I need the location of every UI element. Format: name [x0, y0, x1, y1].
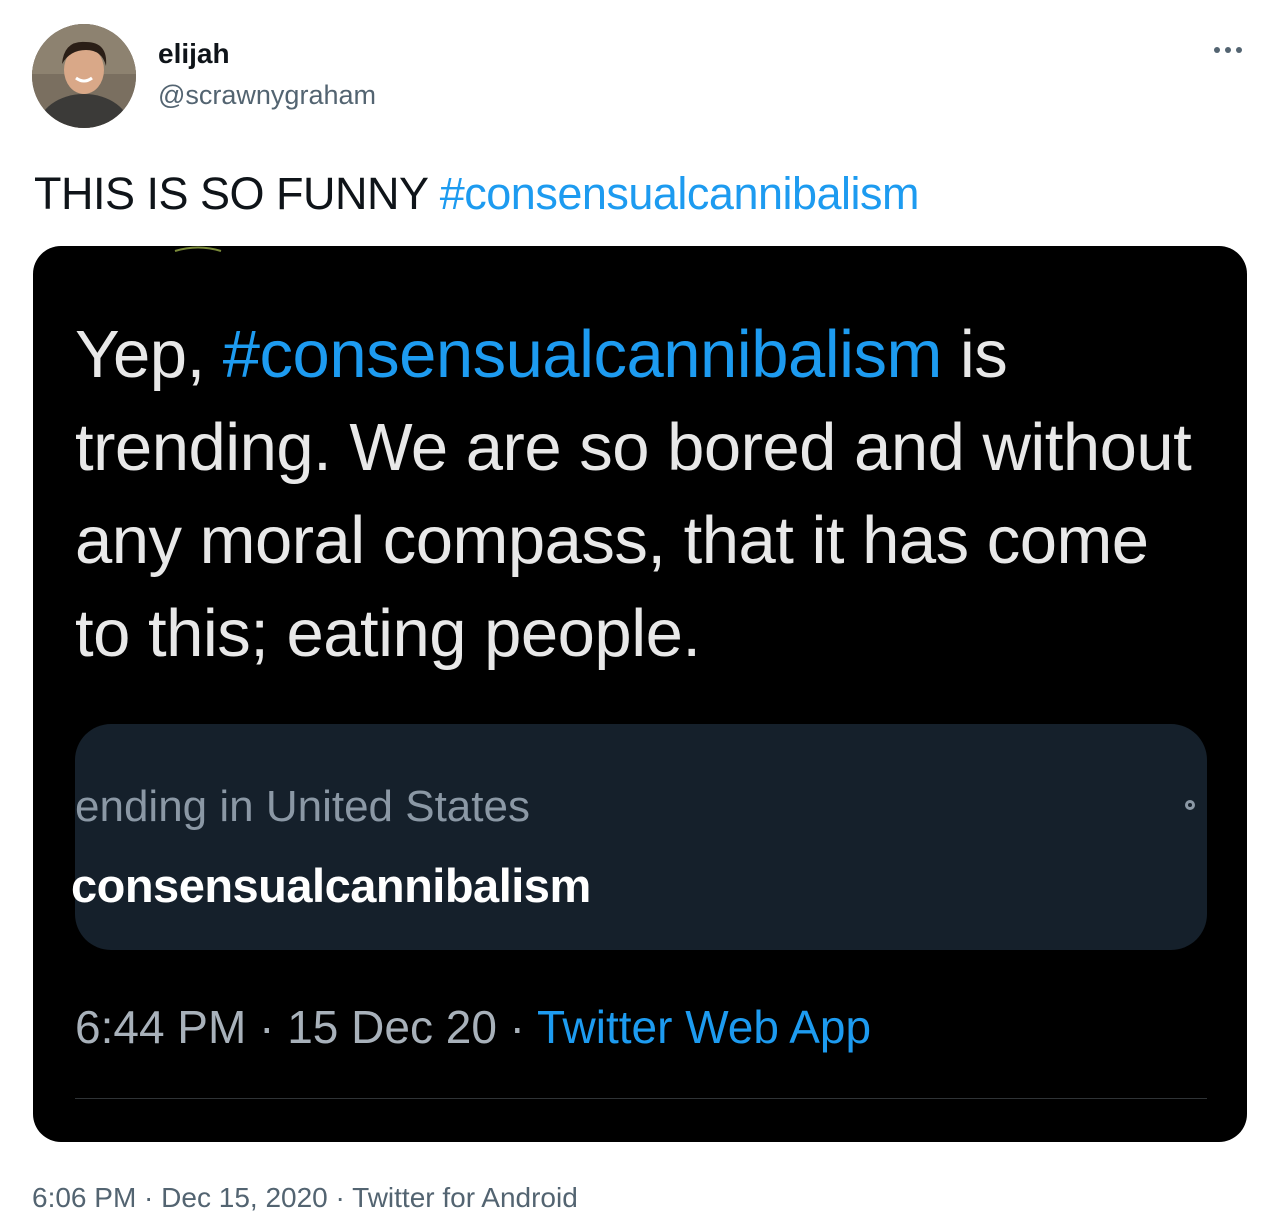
author-handle[interactable]: @scrawnygraham	[158, 80, 376, 111]
more-dots-icon	[1225, 47, 1231, 53]
embedded-time: 6:44 PM	[75, 1001, 247, 1053]
embedded-separator: ·	[496, 1001, 537, 1053]
embedded-tweet-meta: 6:44 PM · 15 Dec 20 · Twitter Web App	[75, 1000, 871, 1054]
trend-name: consensualcannibalism	[71, 859, 591, 912]
tweet-source-link[interactable]: Twitter for Android	[352, 1182, 578, 1213]
tweet-date-link[interactable]: Dec 15, 2020	[161, 1182, 328, 1213]
cropped-avatar-icon	[174, 246, 222, 252]
author-display-name[interactable]: elijah	[158, 38, 230, 70]
user-avatar-icon	[32, 24, 136, 128]
meta-separator: ·	[136, 1182, 162, 1213]
tweet-hashtag-link[interactable]: #consensualcannibalism	[440, 168, 920, 219]
trend-more-icon	[1185, 800, 1195, 810]
avatar[interactable]	[32, 24, 136, 128]
attached-image[interactable]: Yep, #consensualcannibalism is trending.…	[33, 246, 1247, 1142]
more-options-button[interactable]	[1206, 36, 1250, 64]
tweet-text: THIS IS SO FUNNY #consensualcannibalism	[34, 168, 920, 220]
tweet-text-body: THIS IS SO FUNNY	[34, 168, 440, 219]
more-dots-icon	[1214, 47, 1220, 53]
tweet-meta: 6:06 PM · Dec 15, 2020 · Twitter for And…	[32, 1182, 578, 1214]
trend-location: ending in United States	[75, 782, 530, 831]
more-dots-icon	[1236, 47, 1242, 53]
meta-separator: ·	[327, 1182, 353, 1213]
embedded-date: 15 Dec 20	[287, 1001, 497, 1053]
embedded-text-prefix: Yep,	[75, 317, 223, 392]
embedded-tweet-text: Yep, #consensualcannibalism is trending.…	[75, 308, 1215, 680]
tweet-time-link[interactable]: 6:06 PM	[32, 1182, 136, 1213]
embedded-hashtag: #consensualcannibalism	[222, 317, 943, 392]
embedded-divider	[75, 1098, 1207, 1099]
embedded-separator: ·	[246, 1001, 288, 1053]
tweet: elijah @scrawnygraham THIS IS SO FUNNY #…	[0, 0, 1280, 1232]
embedded-source: Twitter Web App	[536, 1001, 872, 1053]
trend-card: ending in United States consensualcannib…	[71, 724, 1207, 950]
